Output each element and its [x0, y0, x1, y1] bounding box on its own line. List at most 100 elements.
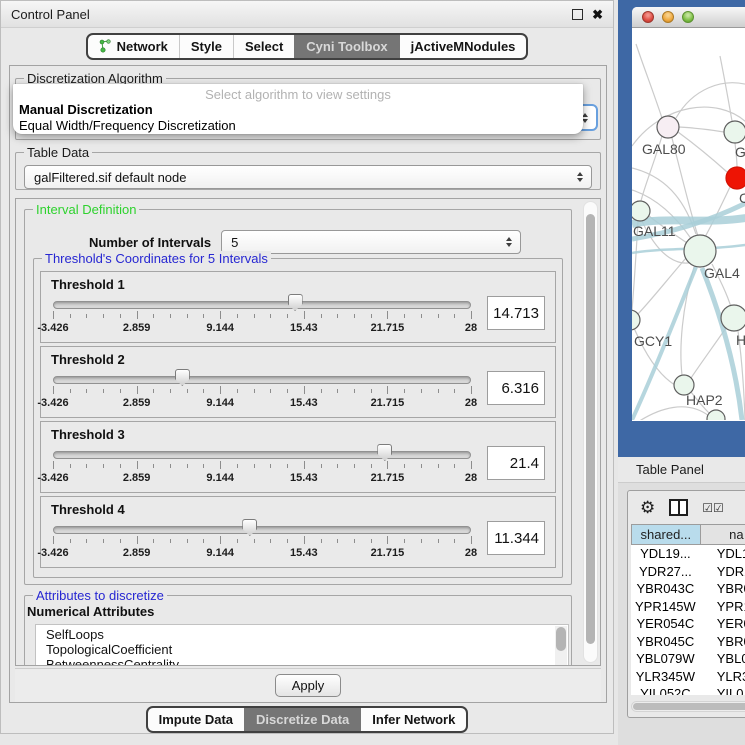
- bottom-tab-bar: Impute Data Discretize Data Infer Networ…: [1, 706, 613, 733]
- slider-track[interactable]: [53, 376, 471, 384]
- network-node-h[interactable]: [721, 305, 745, 331]
- cell-shared-name[interactable]: YBR043C: [631, 581, 700, 596]
- tab-network[interactable]: Network: [88, 35, 179, 58]
- table-row[interactable]: YLR345WYLR3: [631, 668, 745, 686]
- tab-style[interactable]: Style: [179, 35, 233, 58]
- column-header-shared-name[interactable]: shared...: [631, 524, 701, 545]
- table-panel-titlebar: Table Panel: [618, 457, 745, 483]
- threshold-4-slider[interactable]: -3.4262.8599.14415.4321.71528: [51, 518, 473, 564]
- columns-icon[interactable]: [669, 499, 688, 516]
- network-edge[interactable]: [691, 328, 726, 378]
- tab-select[interactable]: Select: [233, 35, 294, 58]
- table-horizontal-scrollbar[interactable]: [631, 701, 745, 712]
- network-node-gal11[interactable]: [632, 201, 650, 221]
- network-edge[interactable]: [636, 44, 662, 118]
- settings-scrollbar-thumb[interactable]: [586, 214, 595, 644]
- cell-name[interactable]: YBR0: [700, 581, 745, 596]
- table-row[interactable]: YBR045CYBR0: [631, 633, 745, 651]
- cell-shared-name[interactable]: YDR27...: [631, 564, 700, 579]
- cell-name[interactable]: YBL0: [700, 651, 745, 666]
- threshold-2-slider[interactable]: -3.4262.8599.14415.4321.71528: [51, 368, 473, 414]
- network-edge[interactable]: [676, 83, 745, 118]
- network-node-gal4[interactable]: [684, 235, 716, 267]
- settings-scrollbar[interactable]: [583, 201, 598, 663]
- float-window-icon[interactable]: [572, 9, 583, 20]
- table-row[interactable]: YDR27...YDR2: [631, 563, 745, 581]
- slider-track[interactable]: [53, 526, 471, 534]
- network-node-label: GAL4: [704, 265, 740, 281]
- cell-shared-name[interactable]: YPR145W: [631, 599, 700, 614]
- control-panel-tab-bar: Network Style Select Cyni Toolbox jActiv…: [1, 28, 613, 64]
- cell-name[interactable]: YIL0: [700, 686, 745, 695]
- attribute-item[interactable]: TopologicalCoefficient: [36, 642, 568, 657]
- select-columns-icon[interactable]: ☑☑: [702, 501, 724, 515]
- cell-name[interactable]: YDL1: [700, 546, 745, 561]
- table-row[interactable]: YIL052CYIL0: [631, 685, 745, 695]
- thresholds-legend: Threshold's Coordinates for 5 Intervals: [42, 251, 271, 266]
- slider-tick-labels: -3.4262.8599.14415.4321.71528: [53, 322, 471, 335]
- gear-icon[interactable]: ⚙: [640, 499, 655, 516]
- table-row[interactable]: YPR145WYPR1: [631, 598, 745, 616]
- table-header-row: shared... na: [631, 524, 745, 545]
- cell-name[interactable]: YER0: [700, 616, 745, 631]
- table-row[interactable]: YDL19...YDL1: [631, 545, 745, 563]
- slider-track[interactable]: [53, 451, 471, 459]
- close-traffic-light-icon[interactable]: [642, 11, 654, 23]
- cell-name[interactable]: YLR3: [700, 669, 745, 684]
- cell-name[interactable]: YBR0: [700, 634, 745, 649]
- cell-shared-name[interactable]: YER054C: [631, 616, 700, 631]
- table-row[interactable]: YBL079WYBL0: [631, 650, 745, 668]
- cell-shared-name[interactable]: YBR045C: [631, 634, 700, 649]
- slider-ticks: [53, 386, 471, 395]
- attributes-scrollbar[interactable]: [555, 626, 567, 666]
- tab-impute-data[interactable]: Impute Data: [148, 708, 244, 731]
- zoom-traffic-light-icon[interactable]: [682, 11, 694, 23]
- threshold-3-slider[interactable]: -3.4262.8599.14415.4321.71528: [51, 443, 473, 489]
- network-edge[interactable]: [632, 407, 709, 420]
- table-row[interactable]: YBR043CYBR0: [631, 580, 745, 598]
- table-data-select[interactable]: galFiltered.sif default node: [24, 165, 592, 189]
- column-header-name[interactable]: na: [701, 524, 745, 545]
- interval-definition-legend: Interval Definition: [33, 202, 139, 217]
- threshold-3-label: Threshold 3: [51, 427, 545, 442]
- threshold-4-value[interactable]: 11.344: [487, 521, 545, 555]
- numerical-attributes-list[interactable]: SelfLoopsTopologicalCoefficientBetweenne…: [35, 624, 569, 666]
- network-node-c[interactable]: [726, 167, 745, 189]
- network-window: GAL80GCGAL11GAL4GCY1HHAP2: [632, 7, 745, 421]
- cell-shared-name[interactable]: YIL052C: [631, 686, 700, 695]
- threshold-2-value[interactable]: 6.316: [487, 371, 545, 405]
- network-node-g[interactable]: [724, 121, 745, 143]
- slider-track[interactable]: [53, 301, 471, 309]
- threshold-3-value[interactable]: 21.4: [487, 446, 545, 480]
- table-row[interactable]: YER054CYER0: [631, 615, 745, 633]
- tab-cyni-toolbox[interactable]: Cyni Toolbox: [294, 35, 398, 58]
- network-node[interactable]: [707, 410, 725, 420]
- algorithm-option-equal-width-frequency[interactable]: Equal Width/Frequency Discretization: [13, 118, 583, 134]
- network-edge[interactable]: [679, 127, 724, 132]
- tab-infer-network[interactable]: Infer Network: [360, 708, 466, 731]
- cyni-toolbox-panel: Discretization Algorithm Select algorith…: [9, 65, 607, 703]
- algorithm-option-manual-discretization[interactable]: Manual Discretization: [13, 102, 583, 118]
- table-horizontal-scrollbar-thumb[interactable]: [633, 703, 745, 710]
- threshold-1-value[interactable]: 14.713: [487, 296, 545, 330]
- network-canvas[interactable]: GAL80GCGAL11GAL4GCY1HHAP2: [632, 28, 745, 420]
- network-window-titlebar[interactable]: [632, 7, 745, 28]
- cell-name[interactable]: YDR2: [700, 564, 745, 579]
- apply-button[interactable]: Apply: [275, 674, 341, 697]
- cell-shared-name[interactable]: YDL19...: [631, 546, 700, 561]
- attribute-items: SelfLoopsTopologicalCoefficientBetweenne…: [36, 627, 568, 666]
- network-edge[interactable]: [720, 56, 732, 121]
- tab-jactivemnodules[interactable]: jActiveMNodules: [399, 35, 527, 58]
- numerical-attributes-title: Numerical Attributes: [27, 604, 571, 619]
- close-icon[interactable]: ✖: [592, 8, 603, 21]
- minimize-traffic-light-icon[interactable]: [662, 11, 674, 23]
- cell-shared-name[interactable]: YBL079W: [631, 651, 700, 666]
- cell-shared-name[interactable]: YLR345W: [631, 669, 700, 684]
- attributes-scrollbar-thumb[interactable]: [556, 627, 566, 651]
- network-node-gal80[interactable]: [657, 116, 679, 138]
- tab-discretize-data[interactable]: Discretize Data: [244, 708, 360, 731]
- threshold-1-slider[interactable]: -3.4262.8599.14415.4321.71528: [51, 293, 473, 339]
- attribute-item[interactable]: BetweennessCentrality: [36, 657, 568, 666]
- cell-name[interactable]: YPR1: [700, 599, 745, 614]
- attribute-item[interactable]: SelfLoops: [36, 627, 568, 642]
